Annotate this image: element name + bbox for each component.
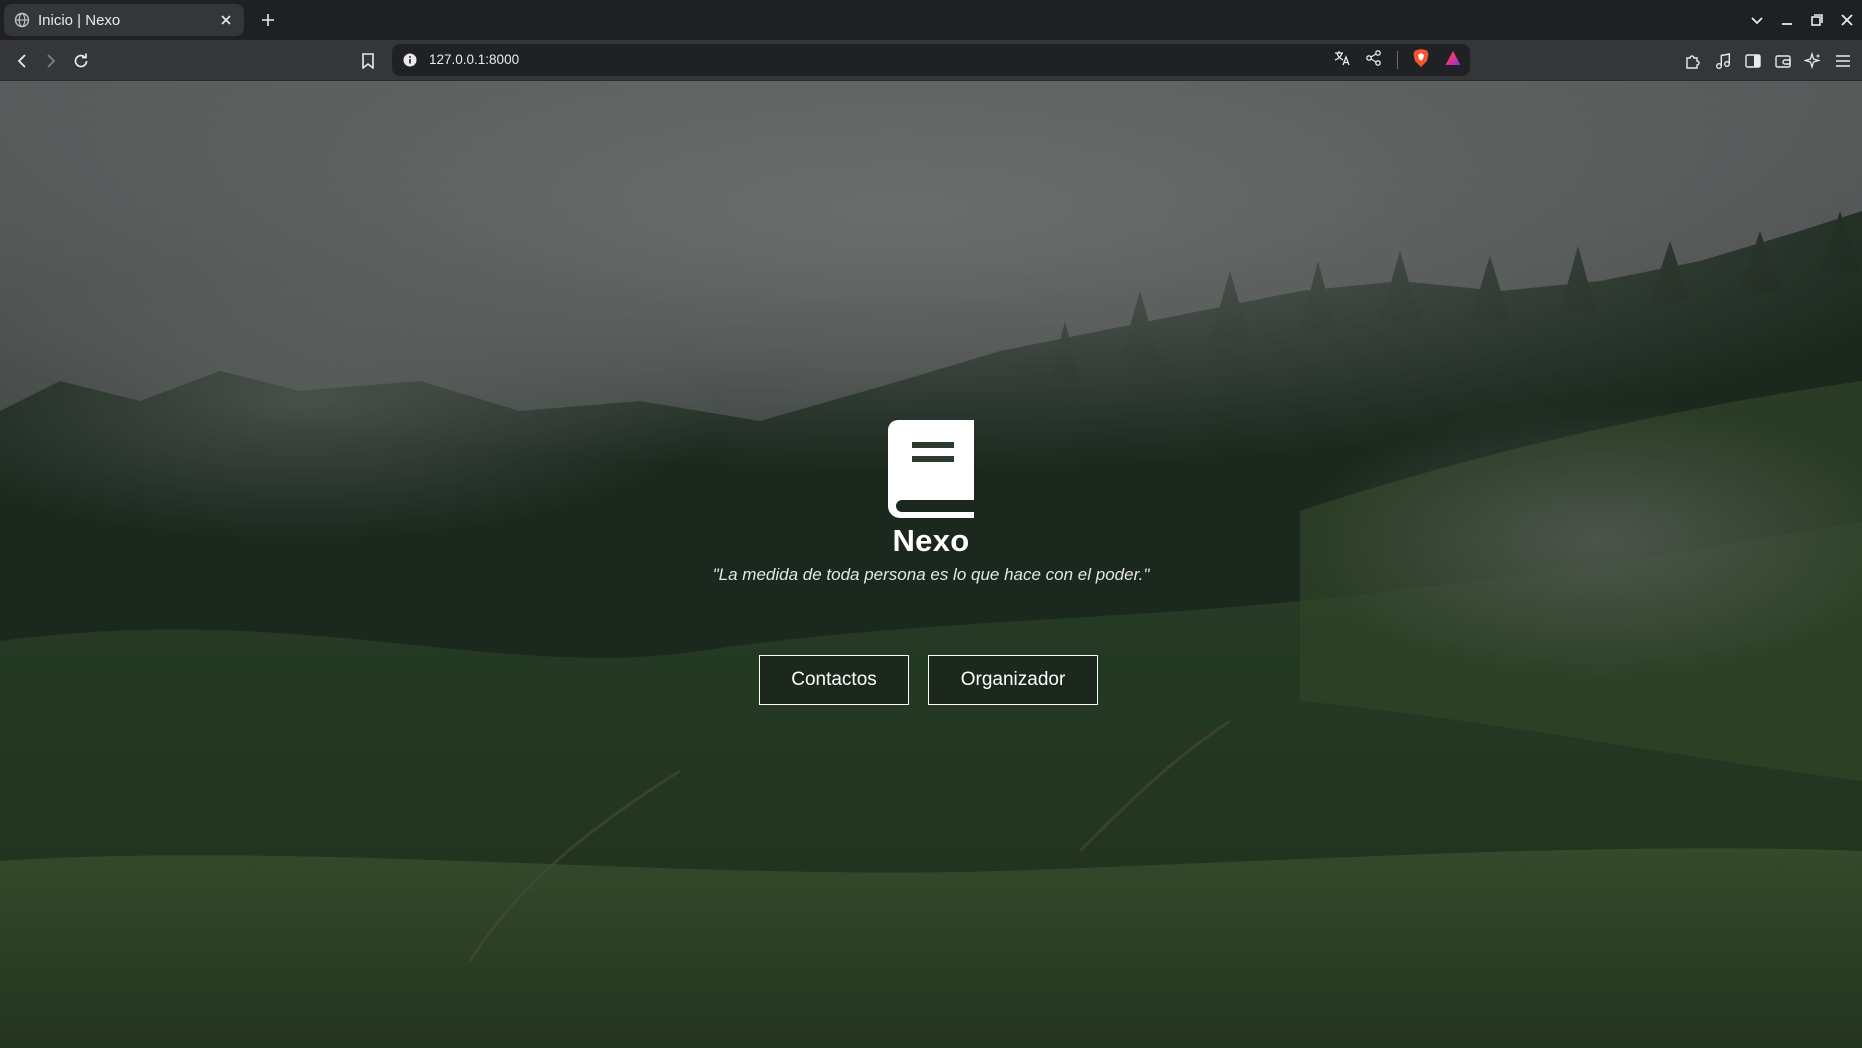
bookmark-icon[interactable]: [355, 48, 381, 74]
back-icon[interactable]: [9, 48, 35, 74]
close-window-icon[interactable]: [1832, 5, 1862, 35]
tagline-quote: "La medida de toda persona es lo que hac…: [712, 565, 1150, 584]
brand-title: Nexo: [892, 523, 970, 558]
contactos-button[interactable]: Contactos: [759, 655, 909, 705]
browser-toolbar: 127.0.0.1:8000: [0, 40, 1862, 81]
sidebar-icon[interactable]: [1740, 48, 1766, 74]
address-bar[interactable]: 127.0.0.1:8000: [392, 44, 1470, 76]
globe-icon: [14, 12, 30, 28]
brave-rewards-icon[interactable]: [1444, 49, 1462, 72]
tab-search-chevron-icon[interactable]: [1742, 5, 1772, 35]
extensions-icon[interactable]: [1680, 48, 1706, 74]
media-icon[interactable]: [1710, 48, 1736, 74]
page-viewport: Nexo "La medida de toda persona es lo qu…: [0, 81, 1862, 1048]
organizador-button[interactable]: Organizador: [928, 655, 1098, 705]
wallet-icon[interactable]: [1770, 48, 1796, 74]
toolbar-divider: [1397, 51, 1398, 69]
new-tab-icon[interactable]: [256, 8, 280, 32]
close-tab-icon[interactable]: [218, 12, 234, 28]
translate-icon[interactable]: [1333, 49, 1351, 72]
site-info-icon[interactable]: [402, 52, 418, 68]
address-bar-actions: [1333, 48, 1462, 72]
forward-icon[interactable]: [38, 48, 64, 74]
hero-section: Nexo "La medida de toda persona es lo qu…: [0, 81, 1862, 1048]
toolbar-right-tools: [1680, 48, 1856, 74]
window-controls: [1742, 0, 1862, 40]
browser-tab-active[interactable]: Inicio | Nexo: [4, 4, 244, 36]
book-icon: [888, 420, 974, 518]
minimize-icon[interactable]: [1772, 5, 1802, 35]
leo-ai-icon[interactable]: [1800, 48, 1826, 74]
menu-icon[interactable]: [1830, 48, 1856, 74]
brave-shield-icon[interactable]: [1412, 48, 1430, 73]
url-text: 127.0.0.1:8000: [429, 52, 520, 67]
tab-title: Inicio | Nexo: [38, 11, 121, 29]
reload-icon[interactable]: [68, 48, 94, 74]
restore-icon[interactable]: [1802, 5, 1832, 35]
tab-strip: Inicio | Nexo: [0, 0, 1862, 40]
share-icon[interactable]: [1365, 49, 1383, 72]
